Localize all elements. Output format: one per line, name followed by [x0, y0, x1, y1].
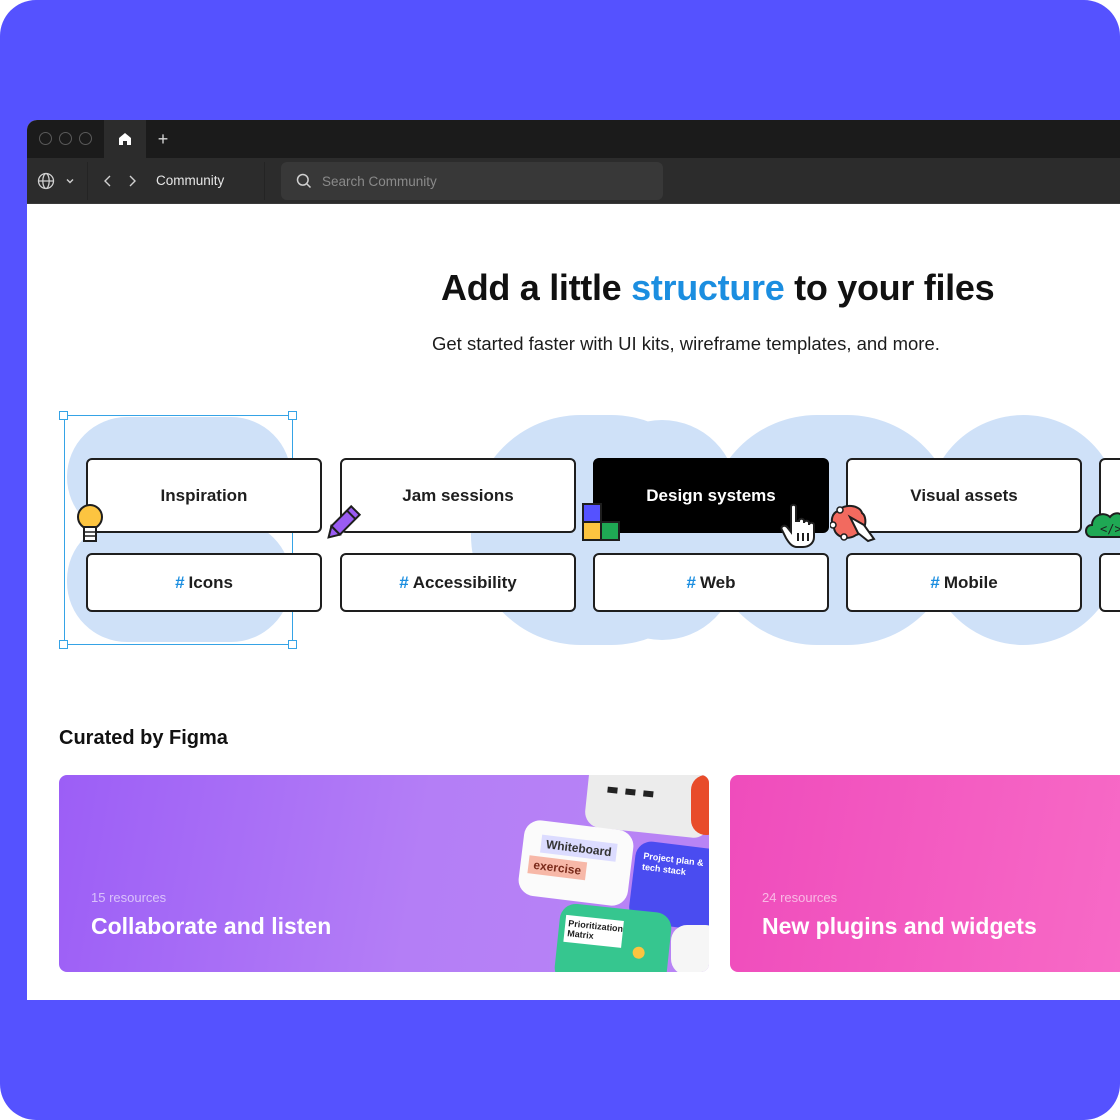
new-tab-button[interactable]: +: [151, 120, 175, 158]
resize-handle[interactable]: [288, 640, 297, 649]
window-controls: [39, 132, 92, 145]
browser-window: + Community Search Community Add a littl…: [27, 120, 1120, 1000]
resize-handle[interactable]: [59, 640, 68, 649]
nav-bar: Community: [27, 158, 1120, 204]
tab-home[interactable]: [104, 120, 146, 158]
thumbnail-label: Project plan & tech stack: [641, 850, 705, 877]
chip-label: Inspiration: [160, 485, 248, 505]
tag-accessibility[interactable]: # Accessibility: [340, 553, 576, 612]
thumbnail-label: Prioritization Matrix: [563, 914, 624, 948]
home-icon: [119, 133, 131, 145]
minimize-window-button[interactable]: [59, 132, 72, 145]
resource-count: 15 resources: [91, 890, 167, 905]
maximize-window-button[interactable]: [79, 132, 92, 145]
chip-label: Icons: [188, 572, 233, 592]
category-visual-assets[interactable]: Visual assets: [846, 458, 1082, 533]
search-input[interactable]: [322, 173, 622, 189]
card-title: New plugins and widgets: [762, 913, 1037, 939]
thumbnail-whiteboard: Whiteboard exercise: [516, 818, 636, 908]
hash-icon: #: [930, 572, 940, 592]
search-bar[interactable]: [281, 162, 663, 200]
collection-card-plugins[interactable]: 24 resources New plugins and widgets: [730, 775, 1120, 972]
thumbnail-prioritization: Prioritization Matrix: [553, 902, 673, 972]
resize-handle[interactable]: [288, 411, 297, 420]
breadcrumb[interactable]: Community: [156, 173, 224, 188]
page-title: Add a little structure to your files: [27, 267, 1120, 309]
lightbulb-icon: [77, 504, 103, 542]
resize-handle[interactable]: [59, 411, 68, 420]
thumbnail-doc: [671, 925, 709, 972]
title-accent: structure: [631, 267, 785, 308]
chip-label: Design systems: [646, 485, 776, 505]
hash-icon: #: [686, 572, 696, 592]
background-frame: + Community Search Community Add a littl…: [0, 0, 1120, 1120]
title-before: Add a little: [441, 267, 632, 308]
hand-cursor-icon: [780, 503, 815, 548]
chip-label: Accessibility: [412, 572, 517, 592]
forward-arrow-icon[interactable]: [125, 174, 139, 188]
pen-tool-icon: [830, 505, 876, 543]
hash-icon: #: [399, 572, 409, 592]
resource-count: 24 resources: [762, 890, 838, 905]
tag-mobile[interactable]: # Mobile: [846, 553, 1082, 612]
tag-icons[interactable]: # Icons: [86, 553, 322, 612]
chip-label: Jam sessions: [402, 485, 514, 505]
components-grid-icon: [582, 503, 620, 541]
thumbnail-label: exercise: [527, 855, 588, 881]
title-after: to your files: [784, 267, 995, 308]
svg-text:</>: </>: [1100, 522, 1120, 536]
page-subtitle: Get started faster with UI kits, wirefra…: [432, 333, 940, 354]
chip-label: Mobile: [943, 572, 998, 592]
card-title: Collaborate and listen: [91, 913, 332, 939]
globe-icon[interactable]: [37, 172, 55, 190]
chip-label: Web: [699, 572, 736, 592]
divider: [264, 162, 265, 200]
thumbnail-orange: [691, 775, 709, 835]
divider: [87, 162, 88, 200]
tag-web[interactable]: # Web: [593, 553, 829, 612]
code-cloud-icon: </>: [1085, 512, 1120, 538]
chevron-down-icon[interactable]: [65, 176, 75, 186]
section-title: Curated by Figma: [59, 727, 228, 749]
category-inspiration[interactable]: Inspiration: [86, 458, 322, 533]
collection-card-collaborate[interactable]: 15 resources Collaborate and listen Whit…: [59, 775, 709, 972]
chip-label: Visual assets: [910, 485, 1018, 505]
hash-icon: #: [175, 572, 185, 592]
search-icon: [296, 173, 312, 189]
tab-bar: +: [27, 120, 1120, 158]
pencil-icon: [327, 504, 362, 539]
category-jam-sessions[interactable]: Jam sessions: [340, 458, 576, 533]
tag-more[interactable]: [1099, 553, 1120, 612]
close-window-button[interactable]: [39, 132, 52, 145]
back-arrow-icon[interactable]: [101, 174, 115, 188]
